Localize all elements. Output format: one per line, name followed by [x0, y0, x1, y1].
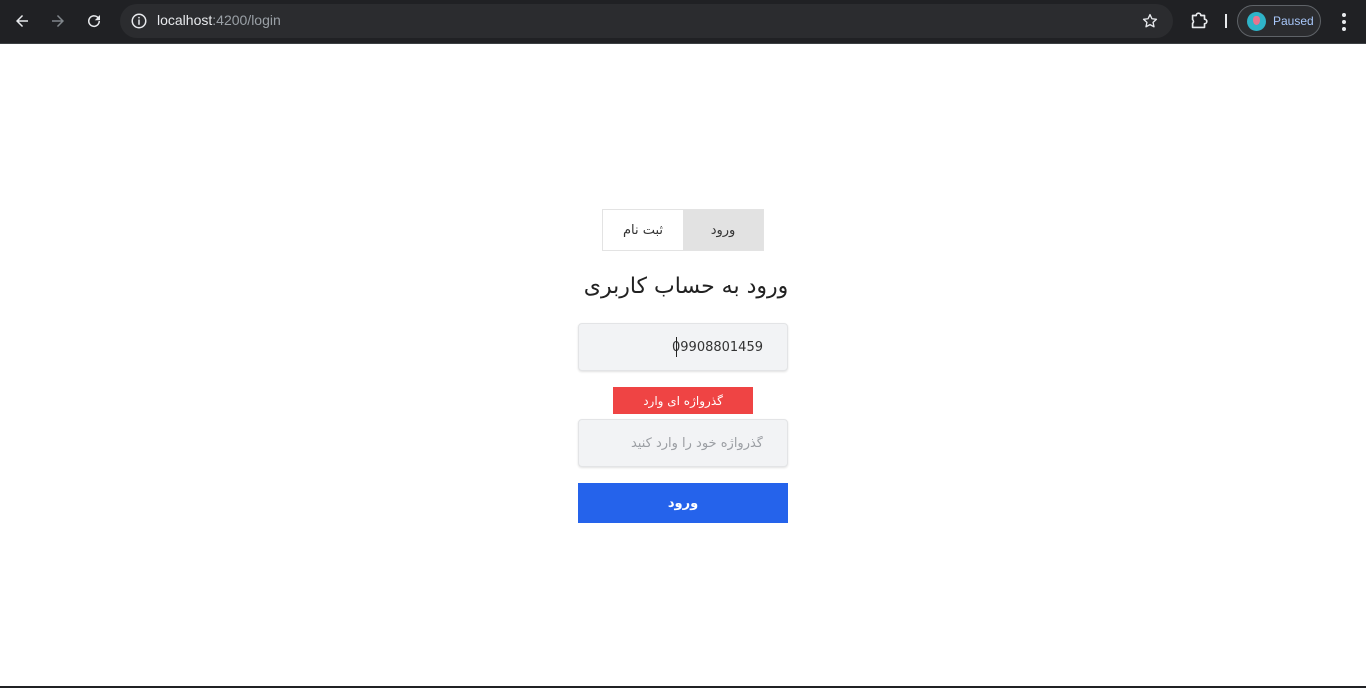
text-cursor — [676, 337, 677, 357]
bookmark-star-icon[interactable] — [1141, 12, 1159, 30]
toolbar-separator — [1225, 14, 1227, 28]
tab-login[interactable]: ورود — [683, 210, 763, 250]
site-info-icon[interactable] — [130, 12, 148, 30]
url-text[interactable]: localhost:4200/login — [157, 12, 281, 28]
browser-toolbar: localhost:4200/login Paused — [0, 0, 1366, 44]
more-menu-icon[interactable] — [1335, 11, 1353, 33]
reload-icon[interactable] — [79, 7, 109, 35]
extensions-icon[interactable] — [1188, 10, 1210, 32]
password-input[interactable] — [578, 419, 788, 467]
phone-input[interactable] — [578, 323, 788, 371]
error-message: گذرواژه ای وارد — [613, 387, 753, 414]
profile-status: Paused — [1273, 14, 1314, 28]
page-title: ورود به حساب کاربری — [583, 274, 789, 299]
login-button[interactable]: ورود — [578, 483, 788, 523]
auth-tabs: ثبت نام ورود — [602, 209, 764, 251]
tab-register[interactable]: ثبت نام — [603, 210, 683, 250]
url-path: :4200/login — [212, 12, 281, 28]
profile-button[interactable]: Paused — [1237, 5, 1321, 37]
forward-icon[interactable] — [43, 7, 73, 35]
address-bar[interactable]: localhost:4200/login — [120, 4, 1173, 38]
url-host: localhost — [157, 12, 213, 28]
avatar — [1247, 12, 1266, 31]
back-icon[interactable] — [7, 7, 37, 35]
